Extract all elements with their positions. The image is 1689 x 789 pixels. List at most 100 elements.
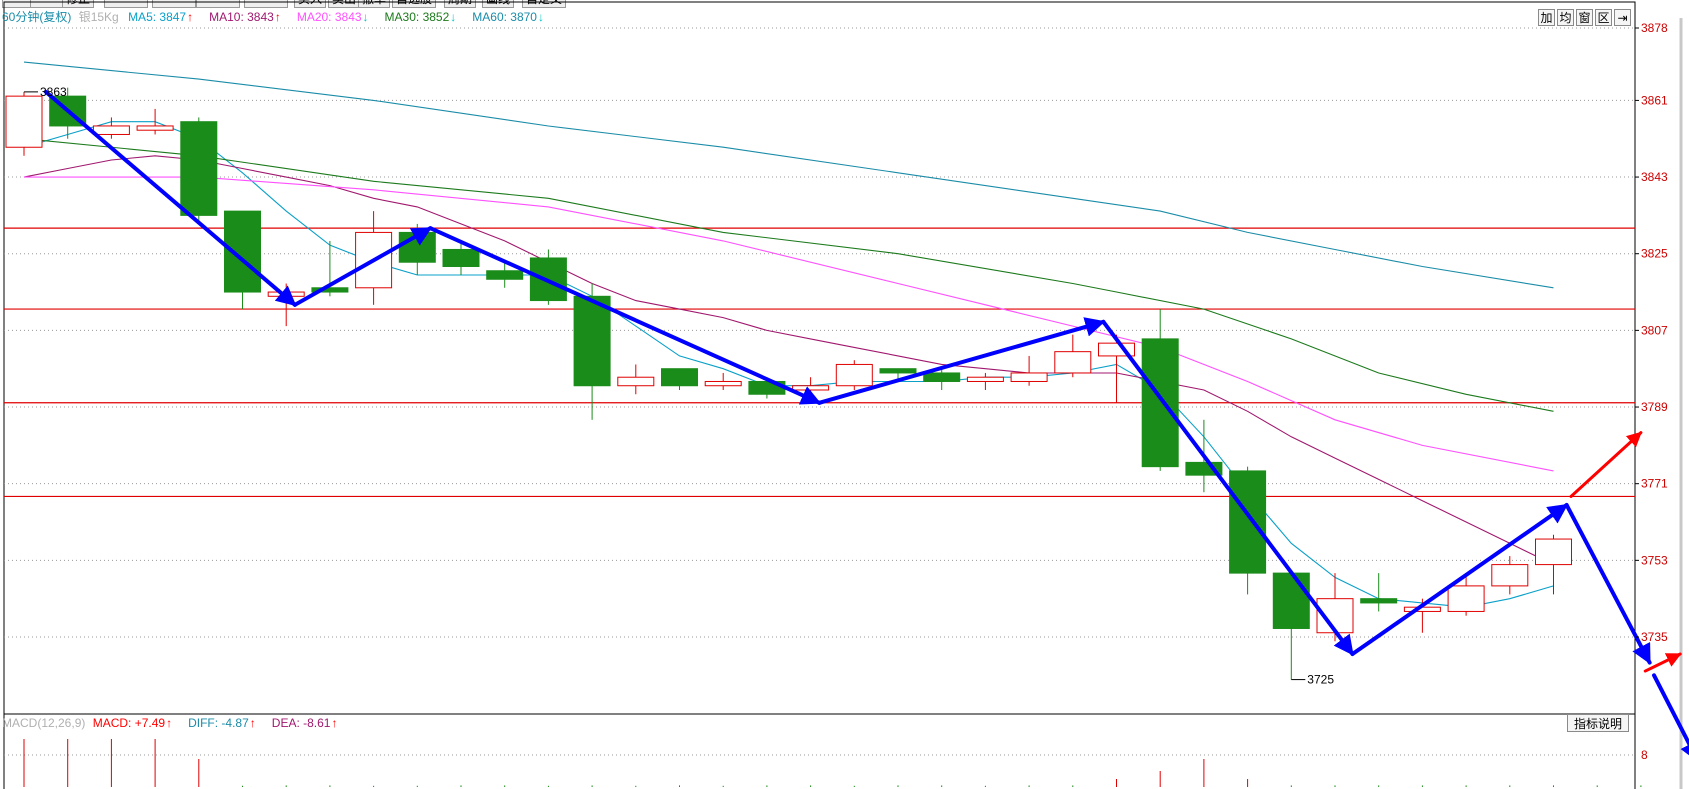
- candle-body: [617, 376, 655, 387]
- candle: [1098, 334, 1135, 403]
- low-label: 3725: [1307, 673, 1334, 687]
- indicator-help-button[interactable]: 指标说明: [1567, 714, 1629, 732]
- candle: [1141, 309, 1179, 471]
- candle-body: [1403, 606, 1441, 612]
- candle-body: [1360, 598, 1398, 604]
- macd-tick-label: 8: [1641, 748, 1648, 762]
- annotation-arrow: [1564, 502, 1652, 665]
- candle-body: [792, 385, 830, 391]
- exit-icon[interactable]: ⇥: [1614, 9, 1631, 26]
- ma-legend-item: MA30: 3852↓: [384, 10, 457, 24]
- candle-body: [879, 368, 917, 374]
- candle-body: [923, 372, 961, 382]
- candle: [5, 91, 43, 156]
- arrow-up-icon: ↑: [166, 716, 173, 730]
- y-tick-label: 3878: [1641, 21, 1668, 35]
- candlestick-chart: 3878 3861 3843 3825 3807 3789 3771 3753 3735 8 3…: [3, 1, 1689, 789]
- y-axis: 3878 3861 3843 3825 3807 3789 3771 3753 3735: [1635, 21, 1668, 644]
- candle: [1447, 573, 1485, 616]
- y-tick-label: 3843: [1641, 170, 1668, 184]
- annotation-arrow: [1569, 431, 1643, 498]
- candle-body: [180, 121, 218, 216]
- moving-average-lines: [23, 61, 1554, 608]
- candle-body: [136, 125, 174, 131]
- y-tick-label: 3789: [1641, 400, 1668, 414]
- y-tick-label: 3825: [1641, 247, 1668, 261]
- candle: [311, 240, 349, 297]
- candle-body: [835, 363, 873, 387]
- candle: [1054, 334, 1092, 378]
- macd-panel: 8: [4, 739, 1648, 787]
- average-button[interactable]: 均: [1557, 9, 1574, 26]
- candle: [1010, 355, 1048, 386]
- arrow-up-icon: ↑: [187, 10, 194, 24]
- candle: [966, 372, 1004, 390]
- symbol-label: 银15Kg: [78, 10, 119, 24]
- macd-title: MACD(12,26,9): [2, 716, 86, 730]
- candle: [1491, 556, 1529, 595]
- ma-legend-item: MA60: 3870↓: [472, 10, 544, 24]
- gridlines: [4, 27, 1635, 638]
- macd-legend: MACD(12,26,9) MACD: +7.49↑ DIFF: -4.87↑ DE…: [2, 716, 361, 730]
- arrow-up-icon: ↑: [331, 716, 338, 730]
- annotation-arrow: [1101, 319, 1355, 657]
- candle: [704, 372, 742, 390]
- candle-body: [1447, 585, 1485, 612]
- macd-legend-item: DEA: -8.61↑: [271, 716, 338, 730]
- candle-body: [966, 376, 1004, 382]
- candle-body: [1272, 572, 1310, 629]
- macd-items: MACD: +7.49↑ DIFF: -4.87↑ DEA: -8.61↑: [93, 716, 354, 730]
- ma-legend: MA5: 3847↑ MA10: 3843↑ MA20: 3843↓ MA30: 38…: [128, 10, 560, 24]
- y-tick-label: 3753: [1641, 553, 1668, 567]
- candle-body: [661, 368, 698, 387]
- ma-legend-item: MA10: 3843↑: [209, 10, 281, 24]
- y-tick-label: 3861: [1641, 93, 1668, 107]
- annotation-arrow: [43, 89, 297, 307]
- ma-line-ma5: [23, 121, 1554, 608]
- candle: [180, 117, 218, 224]
- arrow-down-icon: ↓: [450, 10, 457, 24]
- candle-body: [442, 248, 480, 267]
- candle-body: [1010, 372, 1048, 382]
- ma-legend-item: MA20: 3843↓: [296, 10, 369, 24]
- candle-body: [1229, 470, 1267, 574]
- candles: [5, 87, 1572, 680]
- arrow-down-icon: ↓: [362, 10, 369, 24]
- candle: [355, 211, 393, 305]
- period-label: 60分钟(复权): [2, 10, 72, 24]
- candle-body: [1141, 338, 1179, 468]
- ma-legend-item: MA5: 3847↑: [128, 10, 194, 24]
- price-legend: 60分钟(复权) 银15Kg MA5: 3847↑ MA10: 3843↑ MA20…: [2, 10, 568, 24]
- price-panel-border: [3, 1, 1636, 715]
- range-button[interactable]: 区: [1595, 9, 1612, 26]
- candle: [617, 364, 655, 395]
- window-button[interactable]: 窗: [1576, 9, 1593, 26]
- arrow-up-icon: ↑: [274, 10, 281, 24]
- candle: [1535, 534, 1572, 595]
- annotation-arrows: [43, 89, 1689, 763]
- arrow-up-icon: ↑: [249, 716, 256, 730]
- candle-body: [1054, 351, 1092, 374]
- annotation-arrow: [1652, 673, 1689, 763]
- macd-legend-item: MACD: +7.49↑: [92, 716, 173, 730]
- arrow-down-icon: ↓: [537, 10, 544, 24]
- candle-body: [92, 125, 130, 135]
- candle-body: [573, 295, 611, 387]
- candle-body: [486, 270, 524, 280]
- add-button[interactable]: 加: [1538, 9, 1555, 26]
- candle-body: [1535, 538, 1572, 566]
- y-tick-label: 3771: [1641, 477, 1668, 491]
- y-tick-label: 3735: [1641, 630, 1668, 644]
- annotation-arrow: [1350, 502, 1569, 657]
- candle: [661, 368, 698, 390]
- candle-body: [1491, 564, 1529, 587]
- high-label: 3863: [40, 85, 67, 99]
- candle: [835, 360, 873, 390]
- macd-legend-item: DIFF: -4.87↑: [188, 716, 256, 730]
- annotation-arrow: [428, 226, 822, 405]
- y-tick-label: 3807: [1641, 323, 1668, 337]
- candle-body: [5, 95, 43, 148]
- candle: [573, 283, 611, 420]
- candle: [398, 223, 436, 276]
- candle-body: [704, 380, 742, 387]
